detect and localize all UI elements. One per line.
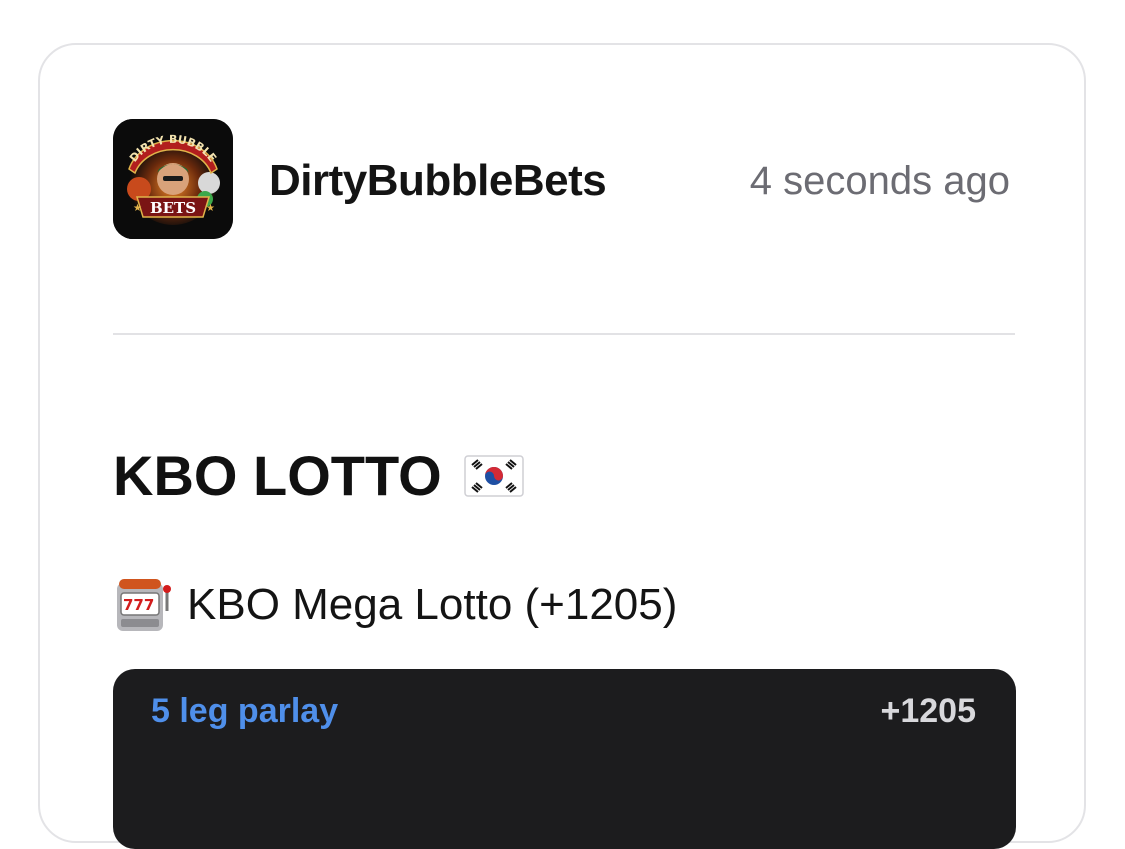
dirty-bubble-bets-logo: DIRTY BUBBLE BETS ★ ★ bbox=[113, 119, 233, 239]
parlay-label[interactable]: 5 leg parlay bbox=[151, 689, 338, 733]
bet-slip[interactable]: 5 leg parlay +1205 bbox=[113, 669, 1016, 849]
slot-machine-icon: 777 bbox=[117, 579, 171, 631]
avatar[interactable]: DIRTY BUBBLE BETS ★ ★ bbox=[113, 119, 233, 239]
south-korea-flag-icon bbox=[463, 455, 524, 497]
post-card: DIRTY BUBBLE BETS ★ ★ DirtyBubbleBets 4 … bbox=[38, 43, 1086, 849]
svg-text:BETS: BETS bbox=[150, 199, 196, 217]
svg-text:★: ★ bbox=[206, 203, 215, 214]
parlay-odds: +1205 bbox=[880, 692, 977, 730]
post-timestamp: 4 seconds ago bbox=[749, 159, 1010, 203]
post-title: KBO LOTTO bbox=[113, 443, 524, 509]
pick-text: KBO Mega Lotto (+1205) bbox=[187, 580, 678, 629]
post-title-text: KBO LOTTO bbox=[113, 444, 442, 507]
divider bbox=[113, 333, 1015, 335]
svg-text:★: ★ bbox=[133, 203, 142, 214]
svg-text:777: 777 bbox=[123, 596, 154, 614]
author-name[interactable]: DirtyBubbleBets bbox=[269, 153, 607, 209]
pick-line: 777 KBO Mega Lotto (+1205) bbox=[113, 577, 677, 633]
